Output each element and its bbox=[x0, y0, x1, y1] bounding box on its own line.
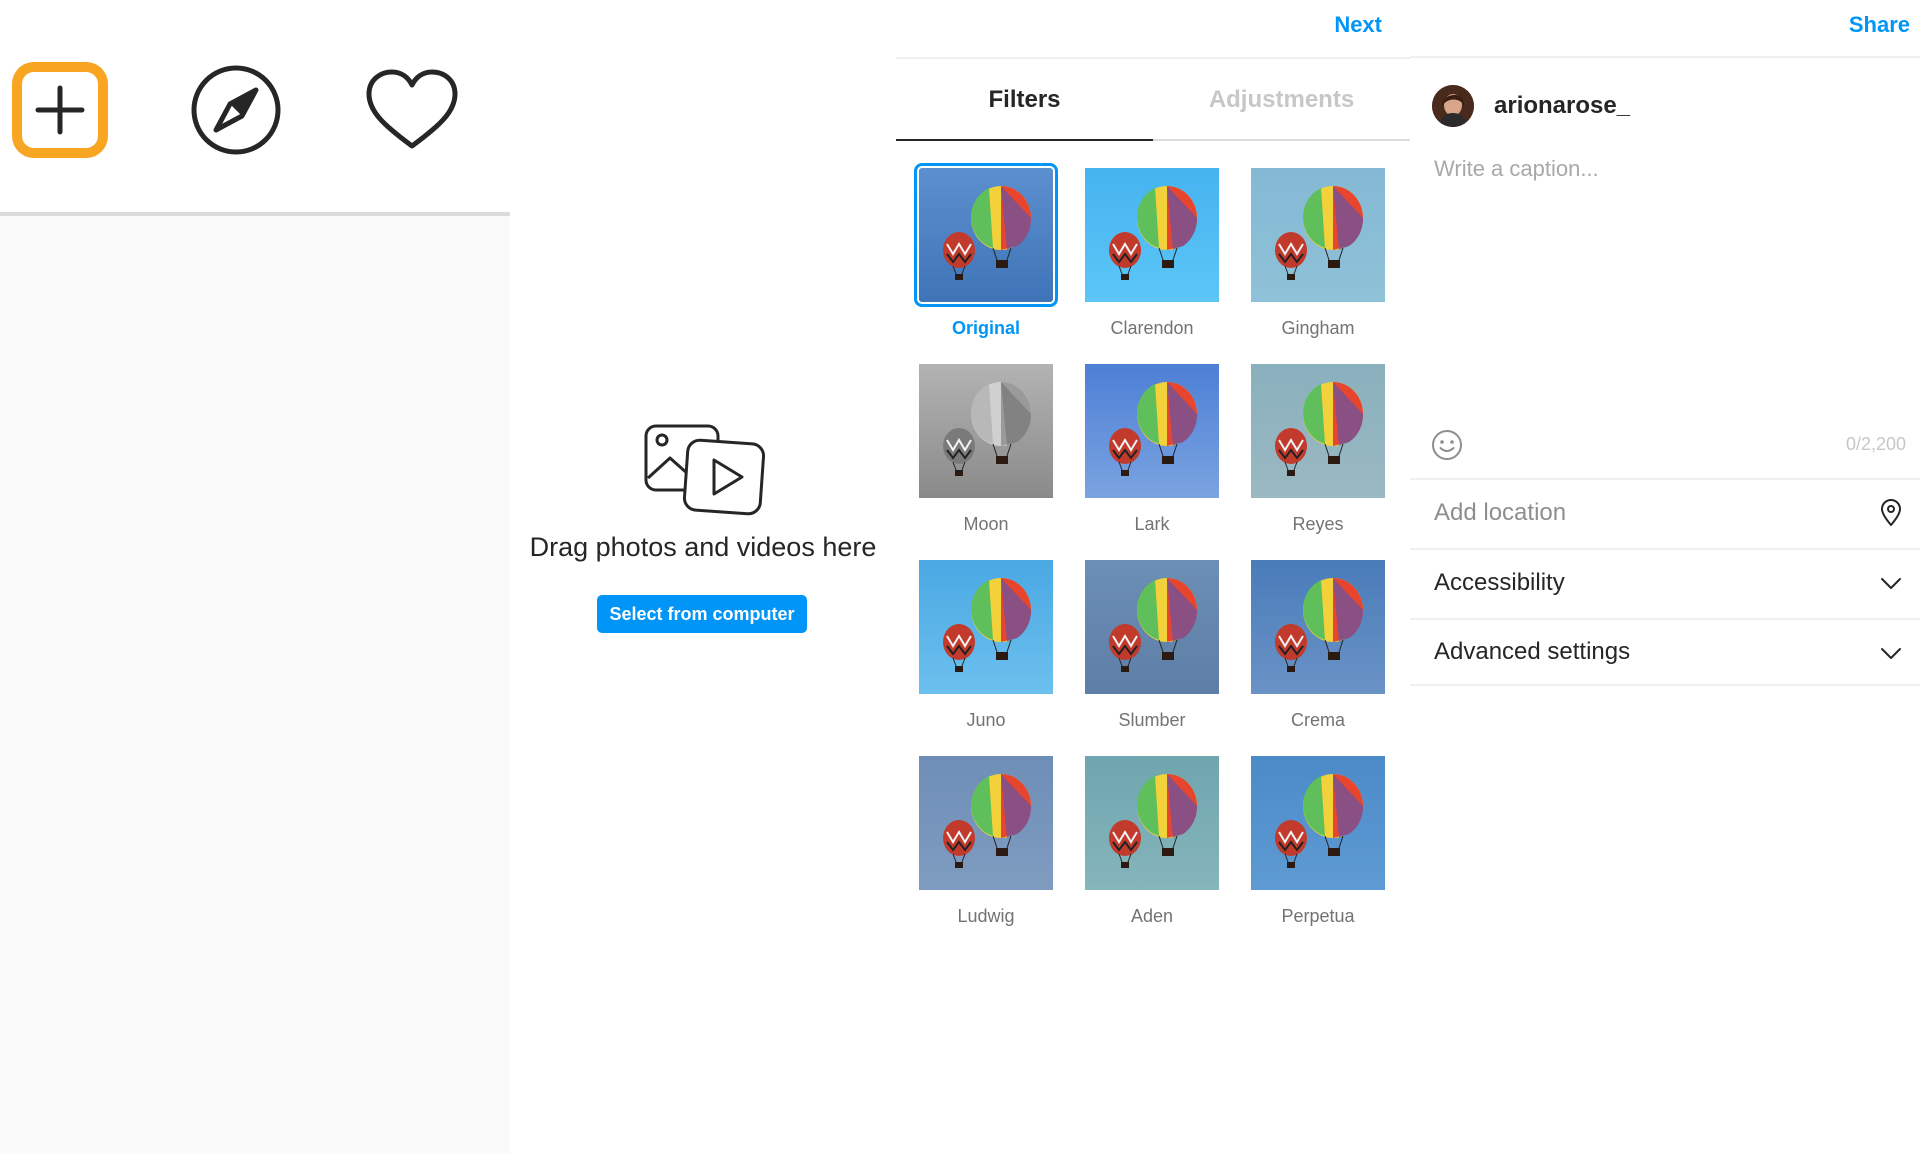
balloon-photo bbox=[1085, 168, 1219, 302]
explore-button[interactable] bbox=[188, 62, 284, 158]
filter-label: Ludwig bbox=[957, 906, 1015, 926]
filter-label: Moon bbox=[963, 514, 1009, 534]
divider bbox=[1410, 56, 1920, 58]
username: arionarose_ bbox=[1494, 92, 1631, 119]
filter-label: Gingham bbox=[1281, 318, 1355, 338]
tab-adjustments[interactable]: Adjustments bbox=[1153, 59, 1410, 141]
avatar[interactable] bbox=[1432, 85, 1474, 127]
chevron-down-icon bbox=[1881, 648, 1901, 659]
filter-thumbnail bbox=[1251, 560, 1385, 694]
photo-video-icon bbox=[644, 424, 766, 516]
filter-thumbnail bbox=[1085, 364, 1219, 498]
heart-icon bbox=[366, 69, 458, 149]
filter-gingham[interactable]: Gingham bbox=[1248, 162, 1388, 342]
balloon-photo bbox=[1251, 168, 1385, 302]
upload-drop-zone[interactable]: Drag photos and videos here Select from … bbox=[510, 0, 896, 1154]
filter-ludwig[interactable]: Ludwig bbox=[916, 750, 1056, 930]
balloon-photo bbox=[919, 560, 1053, 694]
balloon-photo bbox=[1251, 756, 1385, 890]
filter-label: Original bbox=[951, 318, 1020, 338]
filter-label: Lark bbox=[1134, 514, 1170, 534]
filter-juno[interactable]: Juno bbox=[916, 554, 1056, 734]
filter-thumbnail bbox=[919, 560, 1053, 694]
location-pin-icon bbox=[1881, 499, 1901, 526]
filter-label: Juno bbox=[966, 710, 1006, 730]
balloon-photo bbox=[919, 756, 1053, 890]
filter-label: Slumber bbox=[1118, 710, 1186, 730]
emoji-icon[interactable] bbox=[1430, 428, 1464, 462]
balloon-photo bbox=[1085, 560, 1219, 694]
accessibility-row[interactable]: Accessibility bbox=[1410, 548, 1920, 616]
active-tab-indicator bbox=[896, 139, 1153, 141]
caption-input[interactable] bbox=[1432, 154, 1896, 408]
filter-original[interactable]: Original bbox=[914, 162, 1058, 342]
tab-filters[interactable]: Filters bbox=[896, 59, 1153, 141]
share-button[interactable]: Share bbox=[1849, 12, 1910, 38]
balloon-photo bbox=[1251, 364, 1385, 498]
avatar-image bbox=[1432, 85, 1474, 127]
balloon-photo bbox=[919, 364, 1053, 498]
plus-icon bbox=[35, 85, 85, 135]
filter-thumbnail bbox=[1085, 756, 1219, 890]
create-post-button[interactable] bbox=[12, 62, 108, 158]
advanced-settings-row[interactable]: Advanced settings bbox=[1410, 618, 1920, 686]
filter-label: Aden bbox=[1130, 906, 1174, 926]
advanced-settings-label: Advanced settings bbox=[1434, 638, 1631, 665]
balloon-photo bbox=[1085, 756, 1219, 890]
chevron-down-icon bbox=[1881, 578, 1901, 589]
balloon-photo bbox=[1251, 560, 1385, 694]
filter-label: Clarendon bbox=[1110, 318, 1194, 338]
filter-label: Crema bbox=[1290, 710, 1345, 730]
filter-slumber[interactable]: Slumber bbox=[1082, 554, 1222, 734]
activity-button[interactable] bbox=[364, 62, 460, 158]
filter-thumbnail bbox=[914, 163, 1058, 307]
edit-tabs: Filters Adjustments bbox=[896, 59, 1410, 141]
divider bbox=[1153, 139, 1410, 141]
filter-thumbnail bbox=[1085, 560, 1219, 694]
left-panel-body bbox=[0, 216, 510, 1154]
filter-thumbnail bbox=[1085, 168, 1219, 302]
add-location-label: Add location bbox=[1434, 499, 1567, 526]
caption-char-count: 0/2,200 bbox=[1845, 434, 1906, 454]
filters-panel: Next Filters Adjustments Original Clarend… bbox=[896, 0, 1410, 1154]
filter-thumbnail bbox=[1251, 756, 1385, 890]
upload-prompt: Drag photos and videos here bbox=[529, 532, 877, 562]
top-nav-bar bbox=[0, 0, 510, 212]
next-button[interactable]: Next bbox=[1334, 12, 1382, 38]
balloon-photo bbox=[919, 168, 1053, 302]
compass-icon bbox=[191, 65, 281, 155]
filter-crema[interactable]: Crema bbox=[1248, 554, 1388, 734]
filter-label: Reyes bbox=[1292, 514, 1344, 534]
filter-thumbnail bbox=[919, 364, 1053, 498]
filter-aden[interactable]: Aden bbox=[1082, 750, 1222, 930]
filter-clarendon[interactable]: Clarendon bbox=[1082, 162, 1222, 342]
add-location-row[interactable]: Add location bbox=[1410, 478, 1920, 546]
filter-thumbnail bbox=[1251, 168, 1385, 302]
accessibility-label: Accessibility bbox=[1434, 569, 1565, 596]
share-panel: Share arionarose_ 0/2,200 Add location A… bbox=[1410, 0, 1920, 1154]
select-from-computer-button[interactable]: Select from computer bbox=[597, 595, 807, 633]
balloon-photo bbox=[1085, 364, 1219, 498]
filter-thumbnail bbox=[1251, 364, 1385, 498]
filter-lark[interactable]: Lark bbox=[1082, 358, 1222, 538]
filter-label: Perpetua bbox=[1281, 906, 1355, 926]
filter-reyes[interactable]: Reyes bbox=[1248, 358, 1388, 538]
filter-moon[interactable]: Moon bbox=[916, 358, 1056, 538]
filter-perpetua[interactable]: Perpetua bbox=[1248, 750, 1388, 930]
filter-thumbnail bbox=[919, 756, 1053, 890]
